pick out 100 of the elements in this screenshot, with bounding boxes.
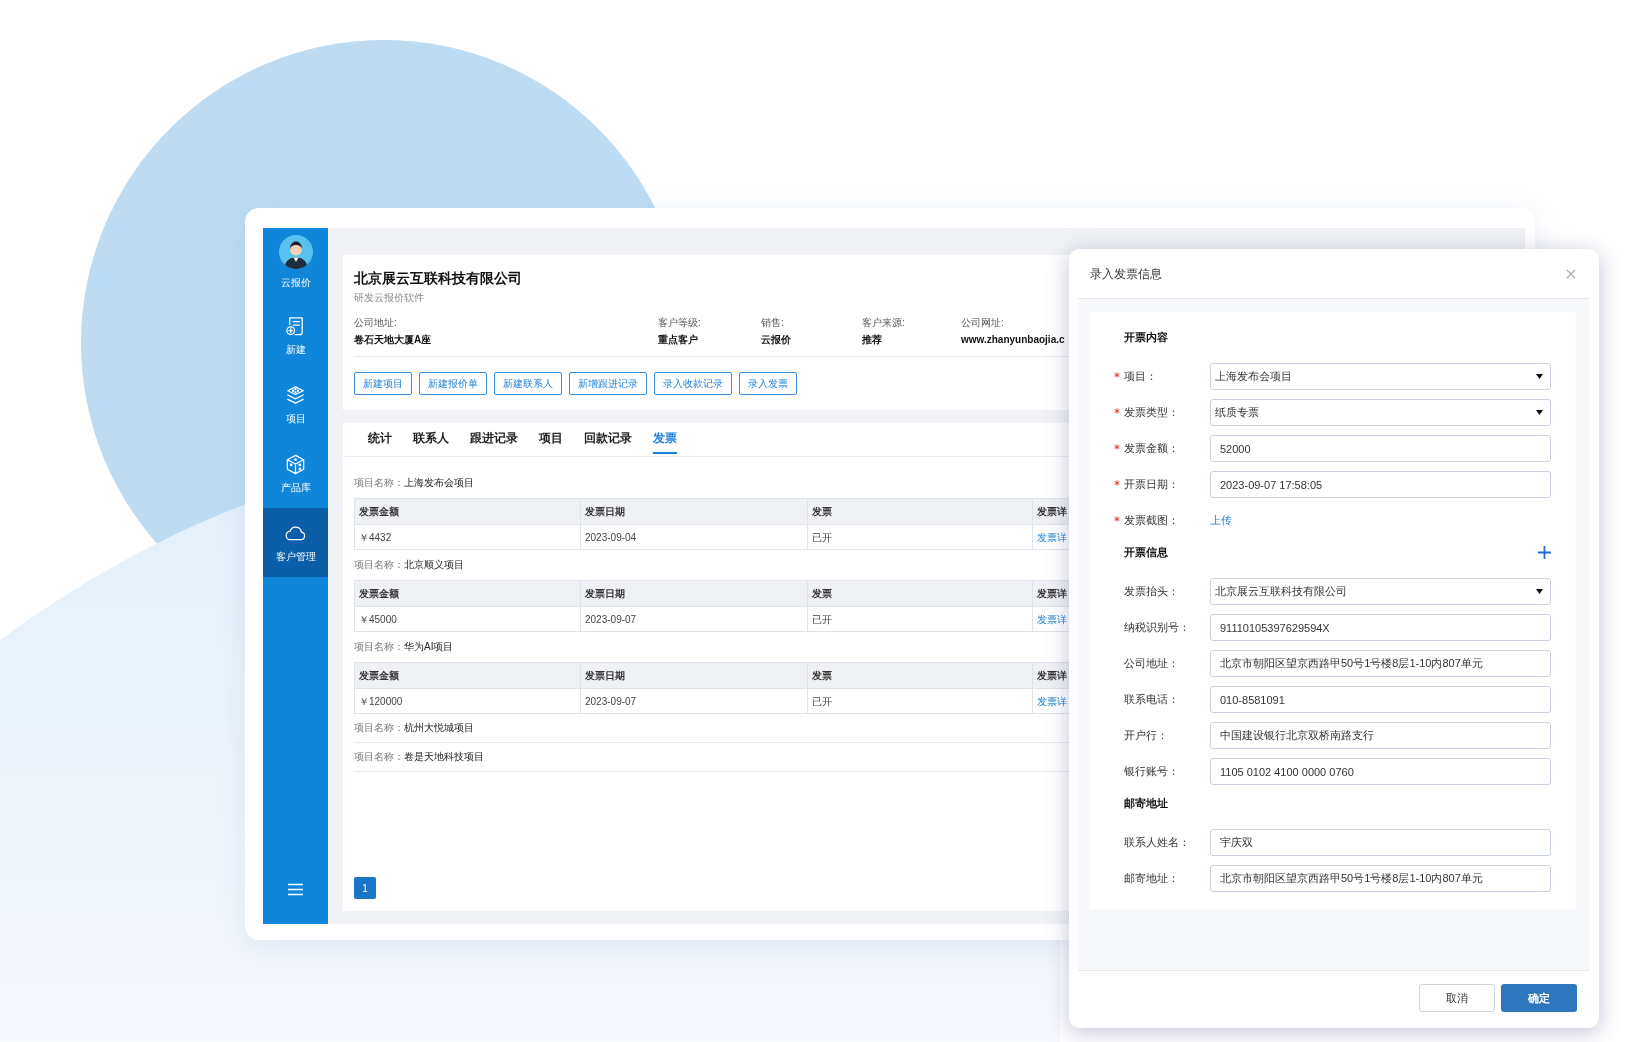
dialog-title: 录入发票信息 xyxy=(1090,265,1162,283)
project-label: 项目名称： xyxy=(354,750,404,764)
input-field[interactable]: 52000 xyxy=(1210,435,1551,462)
input-field[interactable]: 010-8581091 xyxy=(1210,686,1551,713)
upload-link[interactable]: 上传 xyxy=(1210,512,1232,529)
action-button[interactable]: 新建报价单 xyxy=(419,372,487,395)
column-header: 发票日期 xyxy=(581,499,808,524)
invoice-detail-link[interactable]: 发票详 xyxy=(1037,611,1067,627)
info-label: 公司地址: xyxy=(354,316,397,330)
input-field[interactable]: 中国建设银行北京双桥南路支行 xyxy=(1210,722,1551,749)
project-label: 项目名称： xyxy=(354,640,404,654)
select-field[interactable]: 纸质专票 xyxy=(1210,399,1551,426)
avatar-icon[interactable] xyxy=(278,235,313,269)
info-value: 推荐 xyxy=(862,333,882,347)
info-value: 云报价 xyxy=(761,333,791,347)
tab[interactable]: 发票 xyxy=(653,423,677,454)
project-name: 上海发布会项目 xyxy=(404,476,474,490)
project-name: 杭州大悦城项目 xyxy=(404,721,474,735)
nav-item[interactable]: 客户管理 xyxy=(263,508,328,577)
input-field[interactable]: 1105 0102 4100 0000 0760 xyxy=(1210,758,1551,785)
nav-item[interactable]: 新建 xyxy=(263,301,328,370)
input-field[interactable]: 91110105397629594X xyxy=(1210,614,1551,641)
project-label: 项目名称： xyxy=(354,476,404,490)
invoice-detail-link[interactable]: 发票详 xyxy=(1037,693,1067,709)
action-button[interactable]: 新建项目 xyxy=(354,372,412,395)
plus-icon[interactable] xyxy=(1538,545,1551,559)
field-label: 邮寄地址： xyxy=(1124,871,1180,887)
profile-name: 云报价 xyxy=(280,276,311,290)
select-field[interactable]: 上海发布会项目 xyxy=(1210,363,1551,390)
table-cell: 2023-09-07 xyxy=(581,689,808,713)
info-label: 客户等级: xyxy=(658,316,701,330)
cancel-button[interactable]: 取消 xyxy=(1419,984,1495,1012)
caret-down-icon xyxy=(1536,589,1543,594)
field-label: 纳税识别号： xyxy=(1124,620,1191,636)
info-value: www.zhanyunbaojia.c xyxy=(961,333,1065,347)
action-button[interactable]: 录入发票 xyxy=(739,372,797,395)
field-label: 发票截图： xyxy=(1124,513,1180,529)
action-button[interactable]: 录入收款记录 xyxy=(654,372,732,395)
column-header: 发票 xyxy=(808,663,1033,688)
nav-item[interactable]: 项目 xyxy=(263,370,328,439)
field-label: 项目： xyxy=(1124,369,1158,385)
table-cell: ￥45000 xyxy=(355,607,581,631)
table-cell: 2023-09-04 xyxy=(581,525,808,549)
project-label: 项目名称： xyxy=(354,558,404,572)
confirm-button[interactable]: 确定 xyxy=(1501,984,1577,1012)
field-label: 银行账号： xyxy=(1124,764,1180,780)
nav-item[interactable]: 产品库 xyxy=(263,439,328,508)
caret-down-icon xyxy=(1536,374,1543,379)
tab[interactable]: 联系人 xyxy=(413,423,449,454)
field-label: 开户行： xyxy=(1124,728,1169,744)
info-label: 销售: xyxy=(761,316,784,330)
info-value: 重点客户 xyxy=(658,333,698,347)
tab[interactable]: 跟进记录 xyxy=(470,423,518,454)
input-field[interactable]: 宇庆双 xyxy=(1210,829,1551,856)
action-button[interactable]: 新建联系人 xyxy=(494,372,562,395)
column-header: 发票金额 xyxy=(355,581,581,606)
tab[interactable]: 回款记录 xyxy=(584,423,632,454)
column-header: 发票日期 xyxy=(581,663,808,688)
project-label: 项目名称： xyxy=(354,721,404,735)
table-cell: 已开 xyxy=(808,689,1033,713)
tab[interactable]: 统计 xyxy=(368,423,392,454)
table-cell: 已开 xyxy=(808,607,1033,631)
field-label: 发票金额： xyxy=(1124,441,1180,457)
company-name: 北京展云互联科技有限公司 xyxy=(354,269,523,288)
input-field[interactable]: 2023-09-07 17:58:05 xyxy=(1210,471,1551,498)
invoice-detail-link[interactable]: 发票详 xyxy=(1037,529,1067,545)
field-label: 发票类型： xyxy=(1124,405,1180,421)
section-title: 开票信息 xyxy=(1124,544,1168,560)
project-name: 卷是天地科技项目 xyxy=(404,750,484,764)
action-button[interactable]: 新增跟进记录 xyxy=(569,372,647,395)
column-header: 发票日期 xyxy=(581,581,808,606)
select-field[interactable]: 北京展云互联科技有限公司 xyxy=(1210,578,1551,605)
table-cell: ￥4432 xyxy=(355,525,581,549)
company-subtitle: 研发云报价软件 xyxy=(354,291,425,305)
table-cell: 2023-09-07 xyxy=(581,607,808,631)
column-header: 发票金额 xyxy=(355,499,581,524)
column-header: 发票 xyxy=(808,499,1033,524)
page-button[interactable]: 1 xyxy=(354,877,376,899)
cube-icon xyxy=(284,453,307,476)
table-cell: ￥120000 xyxy=(355,689,581,713)
field-label: 联系电话： xyxy=(1124,692,1180,708)
info-label: 客户来源: xyxy=(862,316,905,330)
info-value: 卷石天地大厦A座 xyxy=(354,333,432,347)
field-label: 开票日期： xyxy=(1124,477,1180,493)
table-cell: 已开 xyxy=(808,525,1033,549)
layers-icon xyxy=(284,384,307,407)
section-title: 开票内容 xyxy=(1124,329,1168,345)
project-name: 华为AI项目 xyxy=(404,640,454,654)
field-label: 公司地址： xyxy=(1124,656,1180,672)
tab[interactable]: 项目 xyxy=(539,423,563,454)
input-field[interactable]: 北京市朝阳区望京西路甲50号1号楼8层1-10内807单元 xyxy=(1210,650,1551,677)
field-label: 发票抬头： xyxy=(1124,584,1180,600)
column-header: 发票 xyxy=(808,581,1033,606)
column-header: 发票金额 xyxy=(355,663,581,688)
project-name: 北京顺义项目 xyxy=(404,558,464,572)
input-field[interactable]: 北京市朝阳区望京西路甲50号1号楼8层1-10内807单元 xyxy=(1210,865,1551,892)
field-label: 联系人姓名： xyxy=(1124,835,1191,851)
section-title: 邮寄地址 xyxy=(1124,795,1168,811)
info-label: 公司网址: xyxy=(961,316,1004,330)
menu-icon[interactable] xyxy=(287,883,304,896)
